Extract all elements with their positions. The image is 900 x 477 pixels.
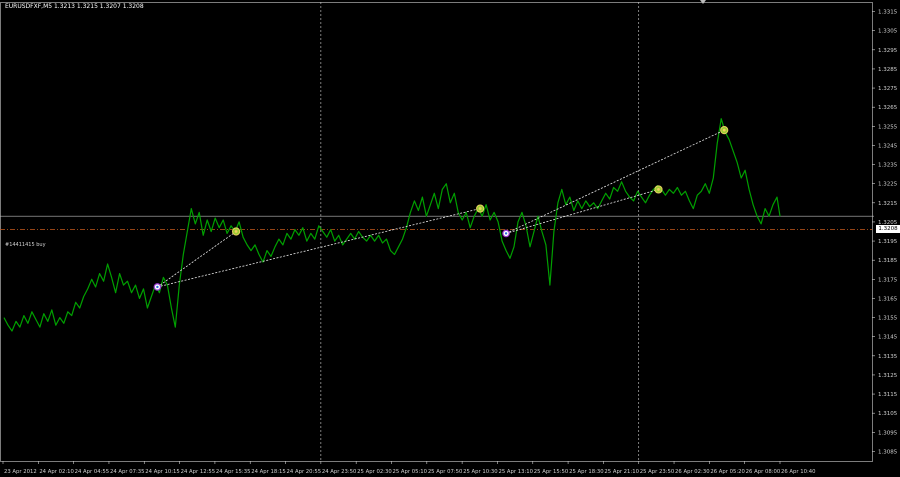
trade-exit-marker-dot bbox=[478, 207, 482, 210]
y-axis-tick-label: 1.3095 bbox=[878, 430, 898, 436]
y-axis-tick-label: 1.3265 bbox=[878, 105, 898, 111]
x-axis-tick-label: 25 Apr 10:30 bbox=[463, 469, 498, 475]
chart-window[interactable]: 1.3315 1.3305 1.3295 1.3285 1.3275 1.3265 1.32… bbox=[0, 0, 900, 477]
x-axis-tick-label: 24 Apr 02:10 bbox=[39, 469, 74, 475]
x-axis-tick-label: 25 Apr 02:30 bbox=[357, 469, 392, 475]
trade-exit-marker-dot bbox=[234, 230, 238, 233]
x-axis-tick-label: 25 Apr 15:50 bbox=[534, 469, 569, 475]
y-axis-tick-label: 1.3165 bbox=[878, 296, 898, 302]
y-axis-tick-label: 1.3305 bbox=[878, 29, 898, 35]
y-axis-tick-label: 1.3225 bbox=[878, 182, 898, 188]
y-axis-tick-label: 1.3085 bbox=[878, 449, 898, 455]
y-axis-tick-label: 1.3115 bbox=[878, 392, 898, 398]
x-axis-tick-label: 24 Apr 20:55 bbox=[287, 469, 322, 475]
x-axis-tick-label: 26 Apr 10:40 bbox=[781, 469, 816, 475]
x-axis-tick-label: 25 Apr 18:30 bbox=[569, 469, 604, 475]
x-axis-tick-label: 24 Apr 15:35 bbox=[216, 469, 251, 475]
x-axis-tick-label: 23 Apr 2012 bbox=[4, 469, 37, 475]
y-axis-tick-label: 1.3295 bbox=[878, 48, 898, 54]
x-axis-tick-label: 25 Apr 21:10 bbox=[604, 469, 639, 475]
y-axis-tick-label: 1.3145 bbox=[878, 335, 898, 341]
y-axis-tick-label: 1.3235 bbox=[878, 163, 898, 169]
y-axis-tick-label: 1.3285 bbox=[878, 67, 898, 73]
y-axis-tick-label: 1.3215 bbox=[878, 201, 898, 207]
x-axis-tick-label: 24 Apr 10:15 bbox=[145, 469, 180, 475]
y-axis-tick-label: 1.3315 bbox=[878, 10, 898, 16]
trade-entry-marker-dot bbox=[156, 285, 159, 289]
y-axis-tick-label: 1.3175 bbox=[878, 277, 898, 283]
trade-entry-marker-dot bbox=[504, 232, 508, 235]
x-axis-tick-label: 25 Apr 05:10 bbox=[393, 469, 428, 475]
plot-frame bbox=[0, 2, 873, 462]
x-axis-tick-label: 25 Apr 13:10 bbox=[498, 469, 533, 475]
y-axis-tick-label: 1.3135 bbox=[878, 354, 898, 360]
trade-link-line bbox=[505, 189, 659, 234]
x-axis-tick-label: 26 Apr 05:20 bbox=[710, 469, 745, 475]
y-axis-tick-label: 1.3245 bbox=[878, 143, 898, 149]
x-axis-tick-label: 26 Apr 02:30 bbox=[675, 469, 710, 475]
trade-exit-marker-dot bbox=[657, 188, 660, 191]
trade-link-line bbox=[505, 129, 725, 234]
y-axis-tick-label: 1.3255 bbox=[878, 124, 898, 130]
x-axis-tick-label: 24 Apr 18:15 bbox=[251, 469, 286, 475]
order-label: #14411415 buy bbox=[5, 242, 46, 248]
x-axis-tick-label: 24 Apr 07:35 bbox=[110, 469, 145, 475]
y-axis-tick-label: 1.3275 bbox=[878, 86, 898, 92]
current-price-tag: 1.3208 bbox=[876, 225, 900, 233]
x-axis-tick-label: 24 Apr 23:50 bbox=[322, 469, 357, 475]
trade-link-line bbox=[157, 231, 237, 288]
x-axis-tick-label: 24 Apr 12:55 bbox=[181, 469, 216, 475]
trade-exit-marker-dot bbox=[722, 128, 726, 132]
y-axis-tick-label: 1.3185 bbox=[878, 258, 898, 264]
y-axis-tick-label: 1.3195 bbox=[878, 239, 898, 245]
y-axis-tick-label: 1.3105 bbox=[878, 411, 898, 417]
chart-shift-marker-icon[interactable] bbox=[700, 0, 706, 4]
symbol-title: EURUSDFXF,M5 1.3213 1.3215 1.3207 1.3208 bbox=[5, 3, 144, 10]
x-axis-tick-label: 24 Apr 04:55 bbox=[75, 469, 110, 475]
price-series-line bbox=[3, 118, 781, 332]
x-axis-tick-label: 26 Apr 08:00 bbox=[746, 469, 781, 475]
price-chart[interactable]: 1.3315 1.3305 1.3295 1.3285 1.3275 1.3265 1.32… bbox=[0, 0, 900, 477]
trade-link-line bbox=[157, 208, 481, 288]
y-axis-tick-label: 1.3155 bbox=[878, 316, 898, 322]
y-axis-tick-label: 1.3125 bbox=[878, 373, 898, 379]
x-axis-tick-label: 25 Apr 23:50 bbox=[640, 469, 675, 475]
x-axis-tick-label: 25 Apr 07:50 bbox=[428, 469, 463, 475]
